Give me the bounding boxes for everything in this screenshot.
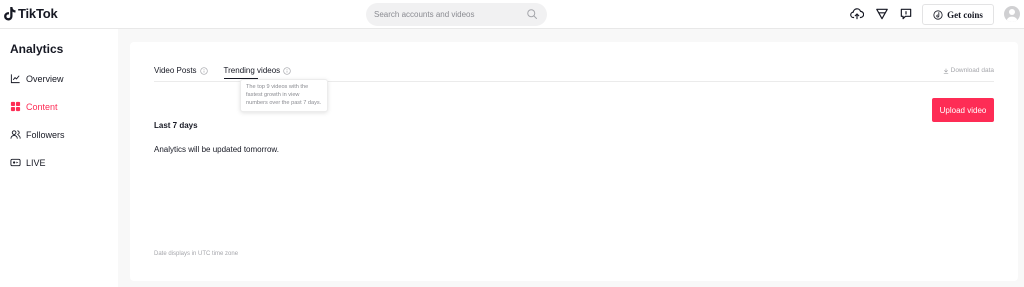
chart-line-icon (10, 74, 20, 84)
live-icon (10, 158, 21, 167)
download-data-link[interactable]: Download data (943, 67, 994, 74)
tab-video-posts[interactable]: Video Posts (154, 66, 208, 79)
sidebar-item-label: Followers (26, 129, 65, 140)
content-card: Video Posts Trending videos Download dat… (130, 42, 1018, 281)
users-icon (10, 130, 21, 139)
period-label: Last 7 days (154, 121, 198, 130)
sidebar-item-live[interactable]: LIVE (10, 157, 46, 168)
get-coins-label: Get coins (947, 9, 983, 20)
tiktok-logo-icon (4, 6, 16, 20)
search-input[interactable] (366, 10, 516, 19)
tab-label: Video Posts (154, 66, 197, 75)
get-coins-button[interactable]: Get coins (922, 4, 994, 25)
coin-icon (933, 9, 943, 20)
sidebar-title: Analytics (10, 42, 64, 56)
top-bar: TikTok Get coins (0, 0, 1024, 29)
analytics-notice: Analytics will be updated tomorrow. (154, 145, 279, 154)
content-tabs: Video Posts Trending videos (154, 66, 291, 79)
sidebar-item-content[interactable]: Content (10, 101, 58, 112)
info-icon[interactable] (283, 66, 291, 75)
sidebar-item-label: Content (26, 101, 58, 112)
sidebar: Analytics Overview Content Followers LIV… (0, 29, 118, 287)
upload-video-button[interactable]: Upload video (932, 98, 994, 122)
sidebar-item-label: Overview (26, 73, 64, 84)
avatar[interactable] (1004, 6, 1020, 22)
message-icon[interactable] (899, 7, 913, 21)
sidebar-item-followers[interactable]: Followers (10, 129, 65, 140)
trending-tooltip: The top 9 videos with the fastest growth… (240, 79, 328, 113)
sidebar-item-overview[interactable]: Overview (10, 73, 64, 84)
tiktok-logo[interactable]: TikTok (4, 6, 58, 21)
logo-text: TikTok (18, 6, 58, 21)
tab-trending-videos[interactable]: Trending videos (223, 66, 292, 79)
info-icon[interactable] (199, 66, 208, 75)
download-data-label: Download data (950, 67, 994, 74)
sidebar-item-label: LIVE (26, 157, 46, 168)
download-icon (943, 67, 948, 74)
search-icon[interactable] (526, 8, 538, 20)
search-bar[interactable] (366, 3, 547, 26)
timezone-footnote: Date displays in UTC time zone (154, 251, 239, 257)
inbox-filter-icon[interactable] (875, 7, 889, 21)
upload-cloud-icon[interactable] (850, 7, 864, 21)
grid-icon (10, 101, 21, 112)
avatar-icon (1006, 9, 1018, 22)
tab-label: Trending videos (223, 66, 281, 75)
